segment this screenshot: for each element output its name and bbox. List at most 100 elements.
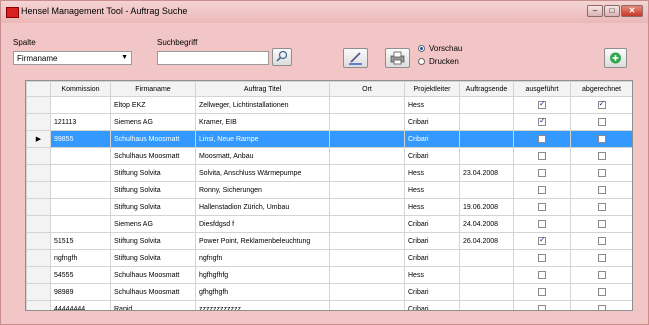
cell-firmaname[interactable]: Schulhaus Moosmatt <box>110 130 196 148</box>
row-header[interactable] <box>26 147 51 165</box>
cell-auftragsende[interactable]: 24.04.2008 <box>459 215 514 233</box>
cell-firmaname[interactable]: Stiftung Solvita <box>110 232 196 250</box>
table-row[interactable]: Stiftung Solvita Ronny, Sicherungen Hess <box>26 181 632 199</box>
cell-auftragsende[interactable]: 19.06.2008 <box>459 198 514 216</box>
cell-ort[interactable] <box>329 266 405 284</box>
cell-ort[interactable] <box>329 198 405 216</box>
ausgefuehrt-checkbox[interactable] <box>538 152 546 160</box>
abgerechnet-checkbox[interactable] <box>597 220 606 228</box>
row-header[interactable] <box>26 113 51 131</box>
cell-ort[interactable] <box>329 283 405 301</box>
column-header[interactable]: Kommission <box>50 81 111 97</box>
column-header[interactable]: ausgeführt <box>513 81 571 97</box>
row-header[interactable] <box>26 266 51 284</box>
abgerechnet-checkbox[interactable] <box>597 254 606 262</box>
cell-firmaname[interactable]: Schulhaus Moosmatt <box>110 283 196 301</box>
cell-titel[interactable]: Ronny, Sicherungen <box>195 181 330 199</box>
column-header[interactable]: Projektleiter <box>404 81 460 97</box>
cell-firmaname[interactable]: Stiftung Solvita <box>110 164 196 182</box>
cell-firmaname[interactable]: Stiftung Solvita <box>110 181 196 199</box>
abgerechnet-checkbox[interactable] <box>597 152 606 160</box>
abgerechnet-checkbox[interactable] <box>597 135 606 143</box>
column-header[interactable]: Auftrag Titel <box>195 81 330 97</box>
row-header[interactable] <box>26 198 51 216</box>
ausgefuehrt-checkbox[interactable] <box>538 116 546 126</box>
cell-projektleiter[interactable]: Cribari <box>404 249 460 267</box>
search-input[interactable] <box>157 51 269 65</box>
cell-ort[interactable] <box>329 181 405 199</box>
cell-projektleiter[interactable]: Cribari <box>404 113 460 131</box>
cell-projektleiter[interactable]: Hess <box>404 181 460 199</box>
cell-projektleiter[interactable]: Cribari <box>404 130 460 148</box>
table-row[interactable]: 51515 Stiftung Solvita Power Point, Reklam… <box>26 232 632 250</box>
search-button[interactable] <box>272 48 292 66</box>
column-header[interactable]: abgerechnet <box>570 81 632 97</box>
cell-ort[interactable] <box>329 130 405 148</box>
cell-ort[interactable] <box>329 215 405 233</box>
ausgefuehrt-checkbox[interactable] <box>538 271 546 279</box>
cell-kommission[interactable]: 44444444 <box>50 300 111 310</box>
radio-vorschau[interactable] <box>418 45 425 52</box>
cell-firmaname[interactable]: Schulhaus Moosmatt <box>110 147 196 165</box>
table-row[interactable]: 54555 Schulhaus Moosmatt hgfhgfhfg Hess <box>26 266 632 284</box>
column-select[interactable]: Firmaname ▼ <box>13 51 132 65</box>
cell-projektleiter[interactable]: Cribari <box>404 232 460 250</box>
cell-projektleiter[interactable]: Cribari <box>404 215 460 233</box>
table-row[interactable]: 121113 Siemens AG Kramer, EIB Cribari <box>26 113 632 131</box>
cell-kommission[interactable]: 121113 <box>50 113 111 131</box>
cell-ort[interactable] <box>329 96 405 114</box>
cell-auftragsende[interactable]: 23.04.2008 <box>459 164 514 182</box>
cell-kommission[interactable]: 98989 <box>50 283 111 301</box>
cell-projektleiter[interactable]: Cribari <box>404 300 460 310</box>
cell-auftragsende[interactable] <box>459 300 514 310</box>
cell-projektleiter[interactable]: Cribari <box>404 147 460 165</box>
add-button[interactable] <box>604 48 627 68</box>
cell-kommission[interactable] <box>50 215 111 233</box>
column-header[interactable]: Firmaname <box>110 81 196 97</box>
column-header[interactable]: Ort <box>329 81 405 97</box>
radio-drucken[interactable] <box>418 58 425 65</box>
cell-projektleiter[interactable]: Hess <box>404 164 460 182</box>
abgerechnet-checkbox[interactable] <box>597 99 606 109</box>
cell-titel[interactable]: zzzzzzzzzzzz <box>195 300 330 310</box>
cell-ort[interactable] <box>329 232 405 250</box>
ausgefuehrt-checkbox[interactable] <box>538 186 546 194</box>
row-header[interactable]: ▶ <box>26 130 51 148</box>
cell-ort[interactable] <box>329 113 405 131</box>
abgerechnet-checkbox[interactable] <box>597 288 606 296</box>
table-row[interactable]: ▶ 99855 Schulhaus Moosmatt Linsi, Neue Ramp… <box>26 130 632 148</box>
table-row[interactable]: Stiftung Solvita Solvita, Anschluss Wärme… <box>26 164 632 182</box>
row-header[interactable] <box>26 96 51 114</box>
table-row[interactable]: Eltop EKZ Zellweger, Lichtinstallationen H… <box>26 96 632 114</box>
cell-ort[interactable] <box>329 300 405 310</box>
cell-auftragsende[interactable] <box>459 249 514 267</box>
cell-kommission[interactable]: 51515 <box>50 232 111 250</box>
column-header[interactable]: Auftragsende <box>459 81 514 97</box>
minimize-button[interactable]: – <box>587 5 603 17</box>
ausgefuehrt-checkbox[interactable] <box>538 99 546 109</box>
cell-kommission[interactable]: 54555 <box>50 266 111 284</box>
cell-auftragsende[interactable] <box>459 96 514 114</box>
table-row[interactable]: Schulhaus Moosmatt Moosmatt, Anbau Cribari <box>26 147 632 165</box>
cell-titel[interactable]: Power Point, Reklamenbeleuchtung <box>195 232 330 250</box>
cell-kommission[interactable]: 99855 <box>50 130 111 148</box>
cell-auftragsende[interactable] <box>459 283 514 301</box>
cell-titel[interactable]: Hallenstadion Zürich, Umbau <box>195 198 330 216</box>
abgerechnet-checkbox[interactable] <box>597 186 606 194</box>
close-button[interactable]: ✕ <box>621 5 643 17</box>
row-header[interactable] <box>26 164 51 182</box>
row-header[interactable] <box>26 249 51 267</box>
ausgefuehrt-checkbox[interactable] <box>538 254 546 262</box>
cell-kommission[interactable] <box>50 164 111 182</box>
cell-titel[interactable]: Kramer, EIB <box>195 113 330 131</box>
abgerechnet-checkbox[interactable] <box>597 237 606 245</box>
cell-auftragsende[interactable] <box>459 130 514 148</box>
cell-firmaname[interactable]: Stiftung Solvita <box>110 249 196 267</box>
table-row[interactable]: 44444444 Rapid zzzzzzzzzzzz Cribari <box>26 300 632 310</box>
abgerechnet-checkbox[interactable] <box>597 305 606 310</box>
ausgefuehrt-checkbox[interactable] <box>538 203 546 211</box>
cell-titel[interactable]: hgfhgfhfg <box>195 266 330 284</box>
cell-kommission[interactable] <box>50 147 111 165</box>
results-grid[interactable]: Kommission Firmaname Auftrag Titel Ort P… <box>25 80 633 311</box>
cell-auftragsende[interactable] <box>459 147 514 165</box>
